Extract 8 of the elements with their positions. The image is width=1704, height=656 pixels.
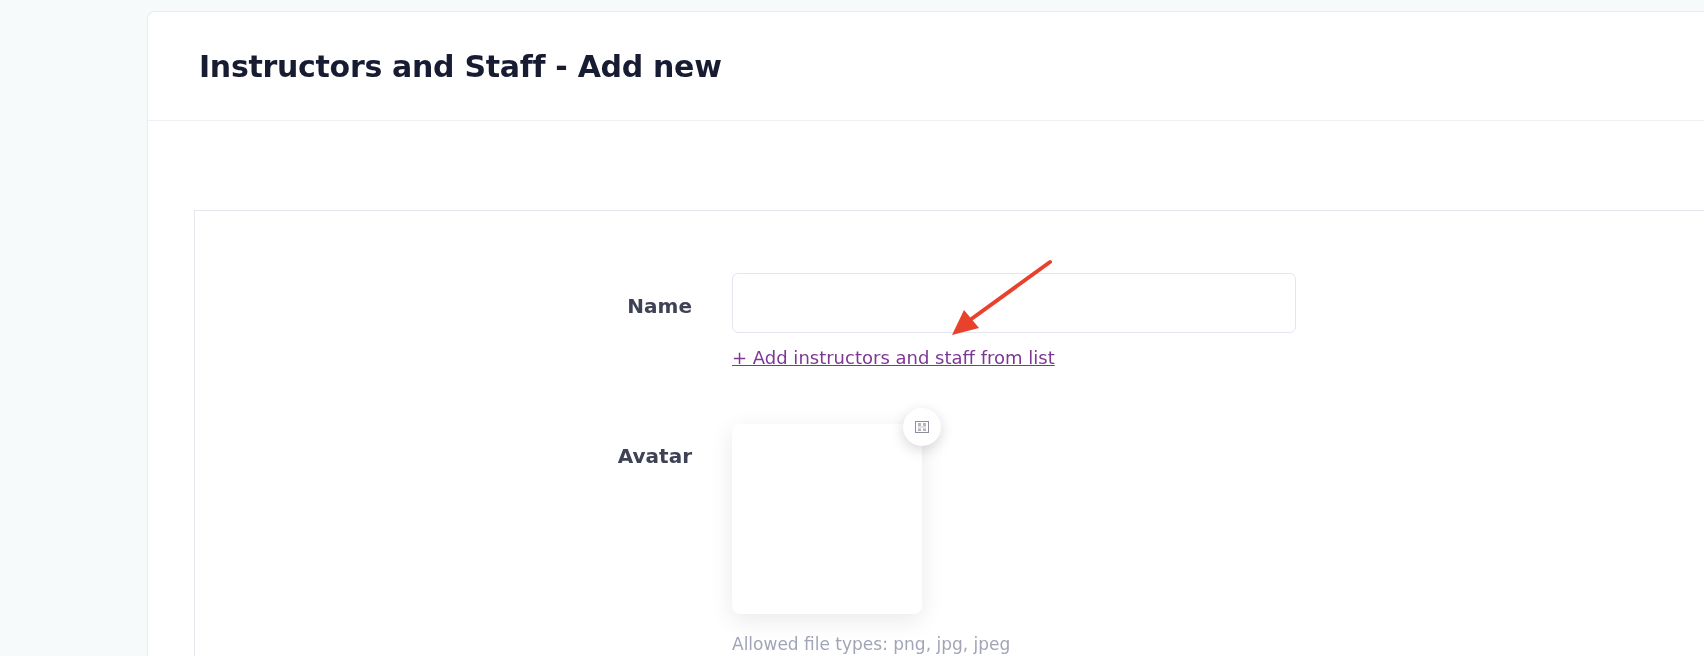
field-label: Name [627, 294, 692, 320]
field-label: Avatar [617, 444, 692, 470]
change-avatar-button[interactable] [903, 408, 941, 446]
page-title: Instructors and Staff - Add new [199, 48, 722, 84]
glyph-box-icon [915, 421, 929, 433]
name-input[interactable] [732, 273, 1296, 333]
add-from-list-link[interactable]: + Add instructors and staff from list [732, 347, 1055, 368]
file-types-hint: Allowed file types: png, jpg, jpeg [732, 634, 1011, 654]
